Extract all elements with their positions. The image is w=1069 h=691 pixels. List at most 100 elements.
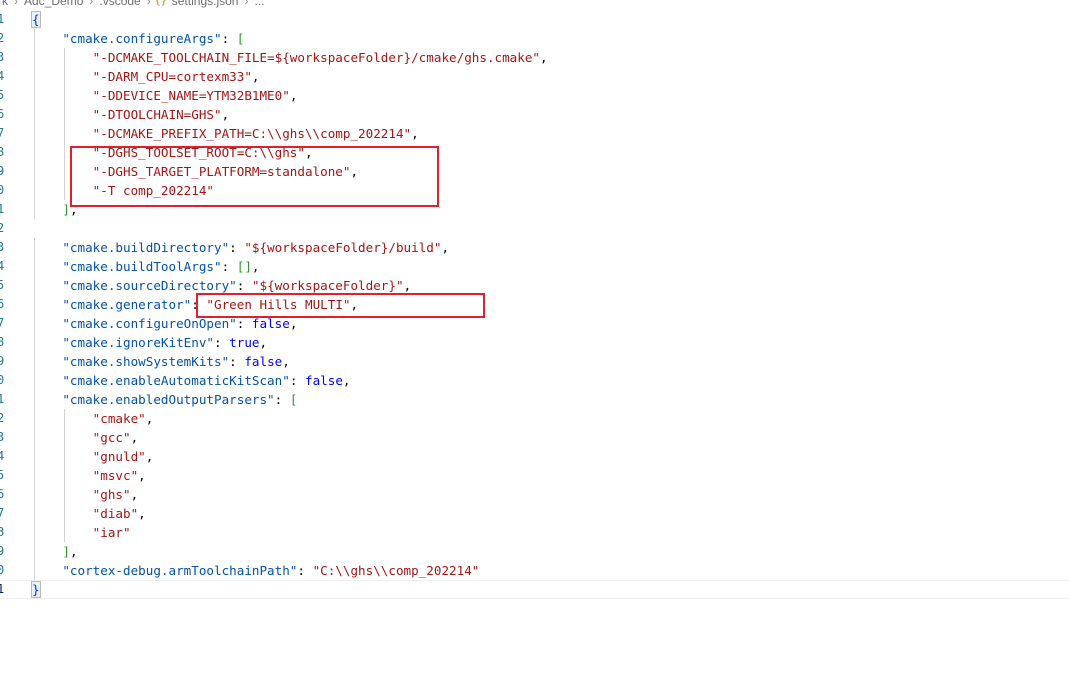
code-line[interactable]: 6 "ghs", [0, 485, 1069, 504]
token-pun: , [540, 50, 548, 65]
code-line[interactable]: 0 "cortex-debug.armToolchainPath": "C:\\… [0, 561, 1069, 580]
token-pun: , [138, 468, 146, 483]
token-key: "cmake.enableAutomaticKitScan" [62, 373, 290, 388]
token-str: "-DARM_CPU=cortexm33" [92, 69, 252, 84]
code-line[interactable]: 4 "gnuld", [0, 447, 1069, 466]
token-br2: ] [62, 202, 70, 217]
code-editor[interactable]: 1{2 "cmake.configureArgs": [3 "-DCMAKE_T… [0, 10, 1069, 599]
code-line[interactable]: 4 "cmake.buildToolArgs": [], [0, 257, 1069, 276]
code-line[interactable]: 8 "-DGHS_TOOLSET_ROOT=C:\\ghs", [0, 143, 1069, 162]
token-pun: , [251, 69, 260, 84]
token-str: "-DDEVICE_NAME=YTM32B1ME0" [92, 88, 290, 103]
code-line[interactable]: 1{ [0, 10, 1069, 29]
code-line[interactable]: 0 "-T comp_202214" [0, 181, 1069, 200]
code-content: "gcc", [32, 428, 139, 447]
breadcrumb-item-more[interactable]: ... [252, 0, 266, 8]
breadcrumb-item-root[interactable]: k [0, 0, 10, 8]
token-str: "iar" [92, 525, 131, 540]
code-content: "-DCMAKE_TOOLCHAIN_FILE=${workspaceFolde… [32, 48, 548, 67]
code-line[interactable]: 9 "-DGHS_TARGET_PLATFORM=standalone", [0, 162, 1069, 181]
token-pun: : [229, 354, 245, 369]
line-number: 9 [0, 164, 5, 178]
code-line[interactable]: 2 [0, 219, 1069, 238]
line-number: 7 [0, 126, 5, 140]
token-pun: : [236, 278, 252, 293]
line-number: 1 [0, 202, 5, 216]
breadcrumb-item-file[interactable]: settings.json [170, 0, 241, 8]
token-str: "gnuld" [92, 449, 146, 464]
token-str: "cmake" [92, 411, 146, 426]
token-pun: , [289, 88, 298, 103]
code-line[interactable]: 2 "cmake", [0, 409, 1069, 428]
code-content: "cmake.configureOnOpen": false, [32, 314, 297, 333]
token-str: "ghs" [92, 487, 131, 502]
line-number: 5 [0, 278, 5, 292]
line-number: 0 [0, 563, 5, 577]
token-key: "cmake.generator" [62, 297, 192, 312]
token-pun: : [221, 259, 237, 274]
code-line[interactable]: 8 "cmake.ignoreKitEnv": true, [0, 333, 1069, 352]
token-str: "-DCMAKE_PREFIX_PATH=C:\\ghs\\comp_20221… [92, 126, 412, 141]
code-line[interactable]: 7 "diab", [0, 504, 1069, 523]
code-line[interactable]: 1 ], [0, 200, 1069, 219]
token-pun: , [130, 430, 139, 445]
breadcrumb-item-folder[interactable]: .vscode [97, 0, 142, 8]
editor-window: k › Adc_Demo › .vscode › {} settings.jso… [0, 0, 1069, 691]
token-pun: : [289, 373, 305, 388]
code-content: "cmake.sourceDirectory": "${workspaceFol… [32, 276, 411, 295]
line-number: 2 [0, 31, 5, 45]
token-key: "cmake.sourceDirectory" [62, 278, 237, 293]
code-line[interactable]: 0 "cmake.enableAutomaticKitScan": false, [0, 371, 1069, 390]
code-content: ], [32, 200, 78, 219]
code-line[interactable]: 8 "iar" [0, 523, 1069, 542]
code-line[interactable]: 7 "-DCMAKE_PREFIX_PATH=C:\\ghs\\comp_202… [0, 124, 1069, 143]
line-number: 3 [0, 240, 5, 254]
code-content: "cmake.configureArgs": [ [32, 29, 244, 48]
token-br2: [] [236, 259, 252, 274]
token-key: "cmake.showSystemKits" [62, 354, 230, 369]
breadcrumb-item-project[interactable]: Adc_Demo [22, 0, 85, 8]
code-line[interactable]: 6 "-DTOOLCHAIN=GHS", [0, 105, 1069, 124]
token-pun: : [236, 316, 252, 331]
code-line[interactable]: 5 "msvc", [0, 466, 1069, 485]
line-number: 5 [0, 468, 5, 482]
code-line[interactable]: 5 "-DDEVICE_NAME=YTM32B1ME0", [0, 86, 1069, 105]
token-key: "cmake.enabledOutputParsers" [62, 392, 275, 407]
code-line[interactable]: 2 "cmake.configureArgs": [ [0, 29, 1069, 48]
token-br1: { [31, 11, 41, 28]
line-number: 7 [0, 316, 5, 330]
code-line[interactable]: 1} [0, 580, 1069, 599]
line-number: 8 [0, 335, 5, 349]
token-pun: , [304, 145, 313, 160]
code-line[interactable]: 7 "cmake.configureOnOpen": false, [0, 314, 1069, 333]
code-line[interactable]: 1 "cmake.enabledOutputParsers": [ [0, 390, 1069, 409]
token-kw: true [229, 335, 260, 350]
code-line[interactable]: 3 "cmake.buildDirectory": "${workspaceFo… [0, 238, 1069, 257]
code-line[interactable]: 9 "cmake.showSystemKits": false, [0, 352, 1069, 371]
code-content: "msvc", [32, 466, 146, 485]
code-line[interactable]: 5 "cmake.sourceDirectory": "${workspaceF… [0, 276, 1069, 295]
token-pun: , [251, 259, 260, 274]
code-line[interactable]: 9 ], [0, 542, 1069, 561]
chevron-right-icon: › [244, 0, 249, 8]
token-pun: , [69, 202, 78, 217]
code-line[interactable]: 3 "-DCMAKE_TOOLCHAIN_FILE=${workspaceFol… [0, 48, 1069, 67]
line-number: 9 [0, 544, 5, 558]
code-line[interactable]: 4 "-DARM_CPU=cortexm33", [0, 67, 1069, 86]
code-content: "cmake", [32, 409, 154, 428]
code-line[interactable]: 3 "gcc", [0, 428, 1069, 447]
code-line[interactable]: 6 "cmake.generator": "Green Hills MULTI"… [0, 295, 1069, 314]
chevron-right-icon: › [89, 0, 94, 8]
